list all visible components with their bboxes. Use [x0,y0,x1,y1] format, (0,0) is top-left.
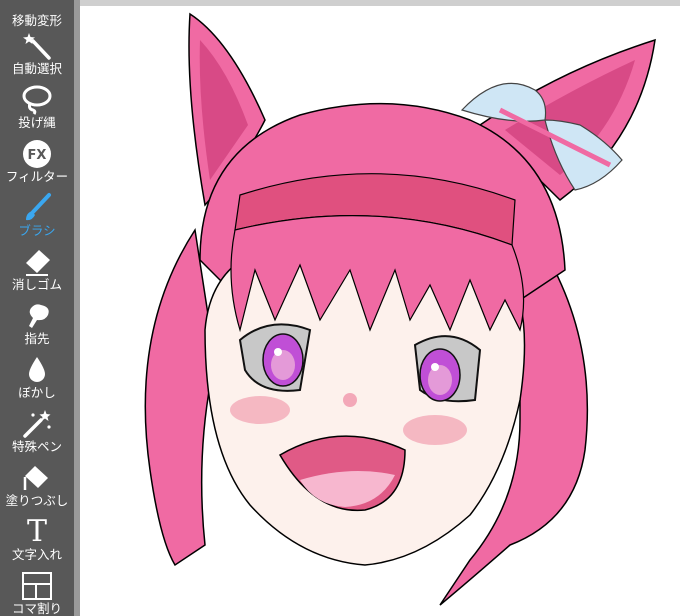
right-eye-highlight [428,365,452,395]
tool-finger[interactable]: 指先 [0,292,74,346]
tool-special-pen[interactable]: 特殊ペン [0,400,74,454]
canvas-area [80,0,680,616]
tool-label: 自動選択 [11,61,62,76]
panel-divide-icon [20,570,54,602]
nose [343,393,357,407]
left-eye-glint [274,348,282,356]
brush-icon [20,192,54,224]
tool-brush[interactable]: ブラシ [0,184,74,238]
text-tool-icon: T [26,514,47,549]
magic-wand-icon [20,30,54,62]
fx-filter-icon: FX [20,138,54,170]
tool-label: ぼかし [18,385,56,400]
tool-label: ブラシ [18,223,56,238]
move-transform-icon [20,0,54,14]
left-eye-highlight [271,350,295,380]
tool-label: フィルター [5,169,69,184]
artwork [144,12,656,606]
tool-text[interactable]: T 文字入れ [0,508,74,562]
tool-label: 投げ縄 [18,115,56,130]
eraser-icon [20,246,54,278]
tool-label: 特殊ペン [11,439,62,454]
right-blush [403,415,467,445]
tool-label: 指先 [24,331,50,346]
tool-label: 文字入れ [11,547,62,562]
tool-label: コマ割り [11,601,62,616]
tool-eraser[interactable]: 消しゴム [0,238,74,292]
tool-panel-divide[interactable]: コマ割り [0,562,74,616]
hair-left-lock [144,227,216,567]
right-eye-glint [431,363,439,371]
lasso-icon [20,84,54,116]
drawing-canvas[interactable] [80,6,680,616]
tool-blur[interactable]: ぼかし [0,346,74,400]
tool-filter[interactable]: FX フィルター [0,130,74,184]
fill-bucket-icon [20,462,54,494]
svg-text:FX: FX [28,148,47,163]
special-pen-icon [20,408,54,440]
blur-drop-icon [20,354,54,386]
tool-label: 消しゴム [11,277,62,292]
tool-sidebar: 移動変形 自動選択 投げ縄 FX フィルター ブラシ 消しゴム 指先 ぼかし 特… [0,0,74,616]
tool-lasso[interactable]: 投げ縄 [0,76,74,130]
finger-smudge-icon [20,300,54,332]
tool-fill[interactable]: 塗りつぶし [0,454,74,508]
tool-magic-select[interactable]: 自動選択 [0,22,74,76]
tool-label: 塗りつぶし [5,493,69,508]
ribbon-left-loop [460,82,547,122]
left-blush [230,396,290,424]
